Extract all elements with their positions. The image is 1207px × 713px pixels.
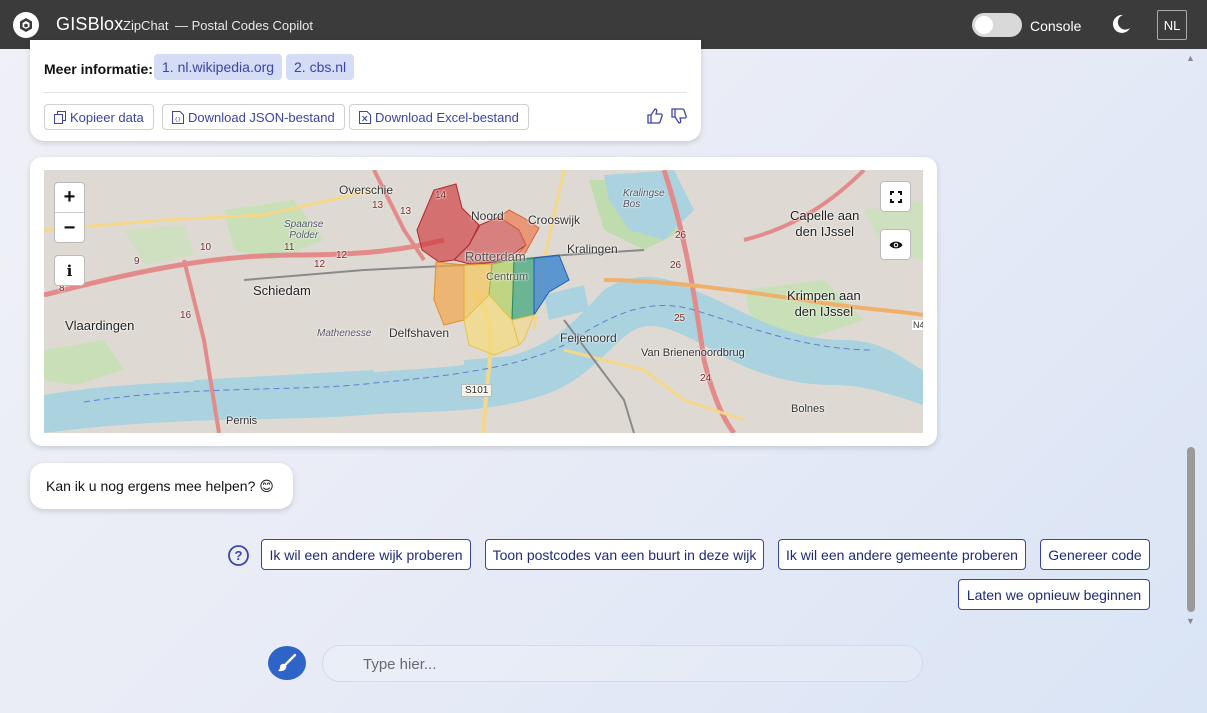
- map-label-capelle: Capelle aan den IJssel: [790, 208, 860, 239]
- map-label-crooswijk: Crooswijk: [528, 213, 581, 227]
- map-label-mathenesse: Mathenesse: [317, 328, 372, 339]
- message-input-container: [322, 645, 923, 682]
- map-label-delfshaven: Delfshaven: [389, 326, 450, 340]
- map-view[interactable]: Overschie Noord Crooswijk Kralingse Bos …: [44, 170, 923, 433]
- source-link-cbs[interactable]: 2. cbs.nl: [286, 54, 355, 80]
- eye-icon: [889, 241, 902, 248]
- toggle-knob: [975, 16, 993, 34]
- info-card: Meer informatie: 1. nl.wikipedia.org 2. …: [30, 40, 701, 141]
- brand-name: GISBlox: [56, 14, 124, 34]
- road-number: 26: [675, 230, 687, 241]
- console-label: Console: [1030, 18, 1082, 34]
- road-number: 24: [700, 373, 712, 384]
- copy-data-button[interactable]: Kopieer data: [44, 104, 154, 130]
- fullscreen-button[interactable]: [880, 181, 911, 212]
- map-label-s101: S101: [461, 384, 493, 397]
- map-label-van-brienenoordbrug: Van Brienenoordbrug: [641, 347, 745, 359]
- scroll-down-arrow-icon[interactable]: ▼: [1186, 616, 1195, 626]
- suggestion-generate-code-button[interactable]: Genereer code: [1040, 539, 1150, 570]
- excel-file-icon: [359, 110, 371, 124]
- zoom-in-button[interactable]: +: [55, 183, 84, 213]
- clear-chat-button[interactable]: [268, 646, 306, 680]
- map-label-kralingse-bos: Kralingse Bos: [623, 188, 665, 210]
- map-label-rotterdam: Rotterdam: [465, 249, 526, 264]
- map-label-vlaardingen: Vlaardingen: [65, 318, 135, 333]
- scrollbar-thumb[interactable]: [1187, 447, 1195, 612]
- map-label-schiedam: Schiedam: [253, 283, 311, 298]
- divider: [44, 92, 687, 93]
- road-number: 12: [314, 259, 326, 270]
- road-number: 11: [284, 242, 295, 253]
- suggestion-show-neighbourhood-button[interactable]: Toon postcodes van een buurt in deze wij…: [485, 539, 764, 570]
- app-subtitle: — Postal Codes Copilot: [175, 18, 314, 33]
- svg-text:?: ?: [235, 548, 243, 563]
- suggestion-restart-button[interactable]: Laten we opnieuw beginnen: [958, 579, 1150, 610]
- copy-icon: [54, 110, 66, 124]
- map-label-centrum: Centrum: [486, 271, 529, 283]
- road-number: 13: [400, 206, 412, 217]
- brush-icon: [278, 653, 297, 672]
- map-label-spaanse-polder: Spaanse Polder: [284, 219, 324, 241]
- gisblox-logo-icon: [13, 12, 39, 38]
- assistant-message: Kan ik u nog ergens mee helpen? 😊: [30, 463, 293, 509]
- download-excel-label: Download Excel-bestand: [375, 109, 519, 125]
- suggestion-other-district-button[interactable]: Ik wil een andere wijk proberen: [261, 539, 471, 570]
- thumbs-up-icon[interactable]: [647, 108, 663, 124]
- map-label-overschie: Overschie: [339, 183, 394, 197]
- map-label-feijenoord: Feijenoord: [560, 331, 617, 345]
- scrollbar[interactable]: ▲ ▼: [1185, 49, 1197, 631]
- app-name: ZipChat: [123, 18, 169, 33]
- json-file-icon: {}: [172, 110, 184, 124]
- zoom-out-button[interactable]: −: [55, 213, 84, 243]
- help-icon[interactable]: ?: [228, 545, 249, 566]
- road-number: 16: [180, 310, 192, 321]
- map-label-bolnes: Bolnes: [791, 403, 825, 415]
- console-toggle[interactable]: [972, 13, 1022, 37]
- copy-data-label: Kopieer data: [70, 109, 144, 125]
- map-label-kralingen: Kralingen: [567, 242, 618, 256]
- download-excel-button[interactable]: Download Excel-bestand: [349, 104, 529, 130]
- download-json-label: Download JSON-bestand: [188, 109, 335, 125]
- info-icon: i: [66, 261, 73, 280]
- fullscreen-icon: [889, 190, 902, 203]
- svg-text:{}: {}: [175, 117, 181, 123]
- thumbs-down-icon[interactable]: [671, 108, 687, 124]
- map-label-krimpen: Krimpen aan den IJssel: [787, 288, 861, 319]
- road-number: 13: [372, 200, 384, 211]
- road-number: 9: [134, 256, 140, 267]
- road-number: 12: [336, 250, 348, 261]
- suggestion-other-municipality-button[interactable]: Ik wil een andere gemeente proberen: [778, 539, 1026, 570]
- more-info-label: Meer informatie:: [44, 61, 153, 77]
- map-card: Overschie Noord Crooswijk Kralingse Bos …: [30, 157, 937, 446]
- road-number: 26: [670, 260, 682, 271]
- road-number: 25: [674, 313, 686, 324]
- road-number: 14: [435, 190, 447, 201]
- source-link-wikipedia[interactable]: 1. nl.wikipedia.org: [154, 54, 283, 80]
- download-json-button[interactable]: {} Download JSON-bestand: [162, 104, 345, 130]
- language-button[interactable]: NL: [1157, 10, 1187, 40]
- map-info-button[interactable]: i: [54, 255, 85, 286]
- dark-mode-moon-icon[interactable]: [1110, 13, 1132, 35]
- message-input[interactable]: [363, 654, 903, 674]
- map-label-pernis: Pernis: [226, 415, 258, 427]
- scroll-up-arrow-icon[interactable]: ▲: [1186, 53, 1195, 63]
- map-label-noord: Noord: [471, 209, 504, 223]
- zoom-control: + −: [54, 182, 85, 243]
- road-number: 10: [200, 242, 212, 253]
- visibility-button[interactable]: [880, 229, 911, 260]
- map-label-n-edge: N4: [912, 320, 923, 330]
